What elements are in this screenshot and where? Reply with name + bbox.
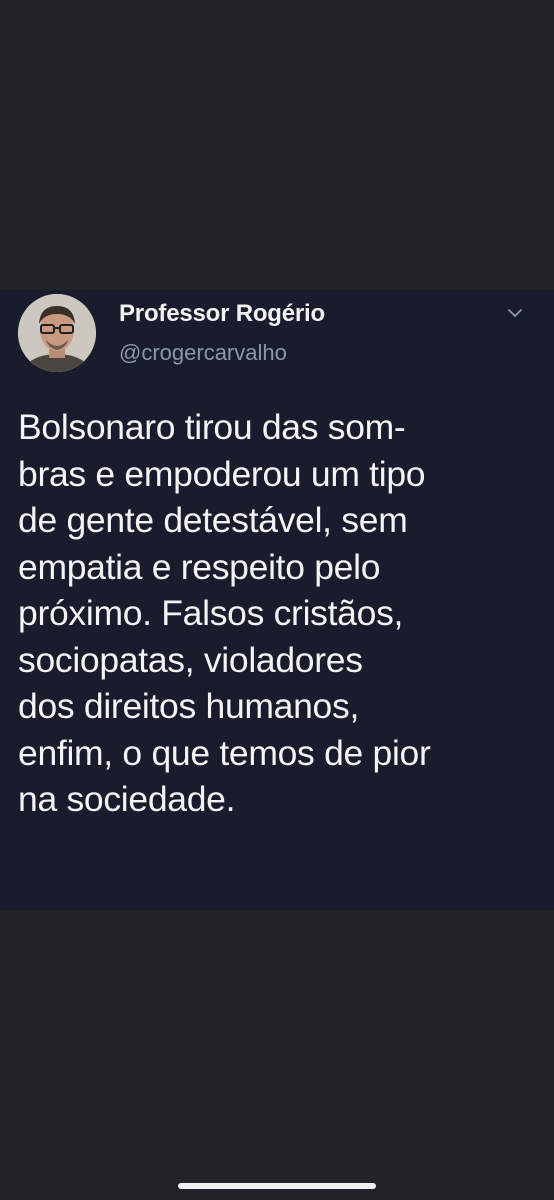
avatar[interactable] xyxy=(18,294,96,372)
tweet-card[interactable]: Professor Rogério @crogercarvalho Bolson… xyxy=(0,290,554,910)
tweet-text-line: de gente detestável, sem xyxy=(18,500,408,540)
author-display-name[interactable]: Professor Rogério xyxy=(119,300,325,328)
tweet-text-line: bras e empoderou um tipo xyxy=(18,453,426,494)
author-handle[interactable]: @crogercarvalho xyxy=(119,340,287,366)
tweet-text-line: sociopatas, violadores xyxy=(18,639,363,680)
tweet-text-line: enfim, o que temos de pior xyxy=(18,732,431,773)
tweet-text-line: Bolsonaro tirou das som- xyxy=(18,407,406,447)
home-indicator[interactable] xyxy=(178,1183,376,1189)
tweet-text-line: na sociedade. xyxy=(18,779,236,819)
tweet-text-line: empatia e respeito pelo xyxy=(18,546,381,587)
tweet-text-line: dos direitos humanos, xyxy=(18,686,360,726)
tweet-text-line: próximo. Falsos cristãos, xyxy=(18,593,404,633)
avatar-image xyxy=(18,294,96,372)
chevron-down-icon-glyph xyxy=(508,309,522,317)
chevron-down-icon[interactable] xyxy=(502,302,528,324)
screenshot: Professor Rogério @crogercarvalho Bolson… xyxy=(0,0,554,1200)
tweet-text: Bolsonaro tirou das som- bras e empodero… xyxy=(18,404,546,823)
